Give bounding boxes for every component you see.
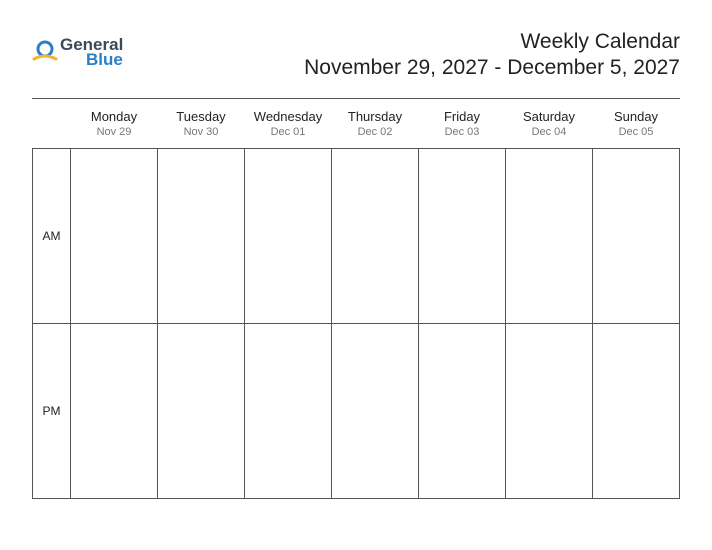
pm-row: PM [33,324,680,499]
day-date: Dec 05 [593,126,680,138]
period-label-am: AM [33,149,71,324]
calendar-cell [332,149,419,324]
calendar-cell [245,324,332,499]
calendar-cell [71,324,158,499]
calendar-cell [419,149,506,324]
logo: General Blue [32,36,123,68]
day-name: Friday [419,109,506,124]
calendar-cell [245,149,332,324]
globe-swoosh-icon [32,39,58,65]
day-header: Friday Dec 03 [419,105,506,149]
day-header: Monday Nov 29 [71,105,158,149]
day-date: Dec 01 [245,126,332,138]
title-block: Weekly Calendar November 29, 2027 - Dece… [304,30,680,80]
am-row: AM [33,149,680,324]
header: General Blue Weekly Calendar November 29… [32,30,680,80]
calendar-cell [506,324,593,499]
day-header: Thursday Dec 02 [332,105,419,149]
calendar-cell [506,149,593,324]
date-range: November 29, 2027 - December 5, 2027 [304,56,680,80]
calendar-cell [593,324,680,499]
day-name: Monday [71,109,158,124]
logo-text: General Blue [60,36,123,68]
logo-text-blue: Blue [86,51,123,68]
weekly-calendar-table: Monday Nov 29 Tuesday Nov 30 Wednesday D… [32,105,680,499]
day-name: Thursday [332,109,419,124]
day-name: Sunday [593,109,680,124]
day-header: Saturday Dec 04 [506,105,593,149]
calendar-container: Monday Nov 29 Tuesday Nov 30 Wednesday D… [32,98,680,499]
day-date: Dec 04 [506,126,593,138]
calendar-cell [71,149,158,324]
calendar-cell [593,149,680,324]
day-header: Sunday Dec 05 [593,105,680,149]
day-name: Tuesday [158,109,245,124]
day-name: Wednesday [245,109,332,124]
day-name: Saturday [506,109,593,124]
calendar-cell [158,149,245,324]
calendar-cell [158,324,245,499]
day-date: Nov 30 [158,126,245,138]
day-date: Dec 02 [332,126,419,138]
period-header-blank [33,105,71,149]
day-date: Nov 29 [71,126,158,138]
day-header: Wednesday Dec 01 [245,105,332,149]
period-label-pm: PM [33,324,71,499]
day-header: Tuesday Nov 30 [158,105,245,149]
calendar-cell [419,324,506,499]
calendar-cell [332,324,419,499]
day-date: Dec 03 [419,126,506,138]
header-row: Monday Nov 29 Tuesday Nov 30 Wednesday D… [33,105,680,149]
page-title: Weekly Calendar [304,30,680,54]
